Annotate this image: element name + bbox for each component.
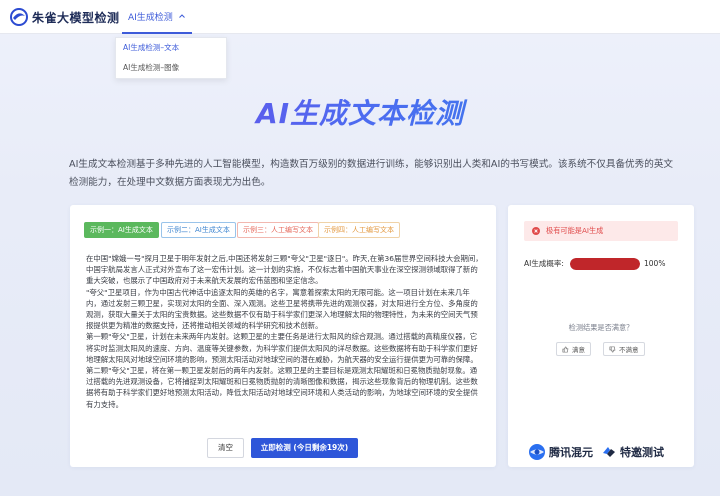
thumbs-down-icon <box>609 346 616 352</box>
result-card: 极有可能是AI生成 AI生成概率: 100% 检测结果是否满意？ 满意 不满意 … <box>508 205 694 467</box>
article-paragraph: 第二颗"夸父"卫星，将在第一颗卫星发射后的两年内发射。这颗卫星的主要目标是观测太… <box>86 366 478 409</box>
article-paragraph: 第一颗"夸父"卫星，计划在未来两年内发射。这颗卫星的主要任务是进行太阳风的综合观… <box>86 332 478 364</box>
invited-test-icon <box>603 447 615 457</box>
result-alert: 极有可能是AI生成 <box>524 221 678 241</box>
article-paragraph: "夸父"卫星项目，作为中国古代神话中追逐太阳的英雄的名字，寓意着探索太阳的无限可… <box>86 287 478 331</box>
logo-text: 朱雀大模型检测 <box>32 10 120 25</box>
probability-label: AI生成概率: <box>524 259 564 268</box>
chevron-up-icon <box>178 14 185 18</box>
example-2-button[interactable]: 示例二：AI生成文本 <box>161 222 236 238</box>
unsatisfied-button[interactable]: 不满意 <box>603 342 645 356</box>
probability-value: 100% <box>644 259 666 268</box>
text-input-area[interactable]: 在中国"嫦娥一号"探月卫星于明年发射之后,中国还将发射三颗"夸父"卫星"逐日"。… <box>86 253 484 419</box>
error-icon <box>532 227 540 235</box>
probability-fill <box>570 258 640 270</box>
article-paragraph: 在中国"嫦娥一号"探月卫星于明年发射之后,中国还将发射三颗"夸父"卫星"逐日"。… <box>86 254 483 286</box>
unsatisfied-label: 不满意 <box>619 346 639 354</box>
example-4-button[interactable]: 示例四：人工编写文本 <box>318 222 400 238</box>
logo[interactable]: 朱雀大模型检测 <box>10 8 120 26</box>
invited-test-logo: 特邀测试 <box>601 444 664 460</box>
satisfied-label: 满意 <box>572 346 585 354</box>
nav-ai-detection[interactable]: AI生成检测 <box>122 0 192 34</box>
dropdown-item-image[interactable]: AI生成检测–图像 <box>116 58 226 78</box>
thumbs-up-icon <box>562 346 569 352</box>
hunyuan-logo: 腾讯混元 <box>528 443 593 461</box>
logo-icon <box>10 8 28 26</box>
detect-button[interactable]: 立即检测 (今日剩余19次) <box>251 438 358 458</box>
example-3-button[interactable]: 示例三：人工编写文本 <box>237 222 319 238</box>
hunyuan-logo-text: 腾讯混元 <box>549 446 593 459</box>
partner-logos: 腾讯混元 特邀测试 <box>528 441 664 463</box>
page-title: AI生成文本检测 <box>0 92 720 132</box>
hunyuan-logo-icon <box>529 444 545 460</box>
probability-bar <box>570 258 640 270</box>
top-header: 朱雀大模型检测 AI生成检测 <box>0 0 720 34</box>
example-1-button[interactable]: 示例一：AI生成文本 <box>84 222 159 238</box>
satisfaction-question: 检测结果是否满意？ <box>568 323 634 332</box>
clear-button[interactable]: 清空 <box>207 438 244 458</box>
nav-ai-detection-label: AI生成检测 <box>128 12 173 23</box>
nav-dropdown-menu: AI生成检测–文本 AI生成检测–图像 <box>115 37 227 79</box>
dropdown-item-text[interactable]: AI生成检测–文本 <box>116 38 226 58</box>
satisfied-button[interactable]: 满意 <box>556 342 591 356</box>
alert-text: 极有可能是AI生成 <box>546 226 604 235</box>
input-card: 示例一：AI生成文本 示例二：AI生成文本 示例三：人工编写文本 示例四：人工编… <box>70 205 496 467</box>
page-description: AI生成文本检测基于多种先进的人工智能模型，构造数百万级别的数据进行训练，能够识… <box>69 159 674 188</box>
invited-test-text: 特邀测试 <box>620 446 664 459</box>
